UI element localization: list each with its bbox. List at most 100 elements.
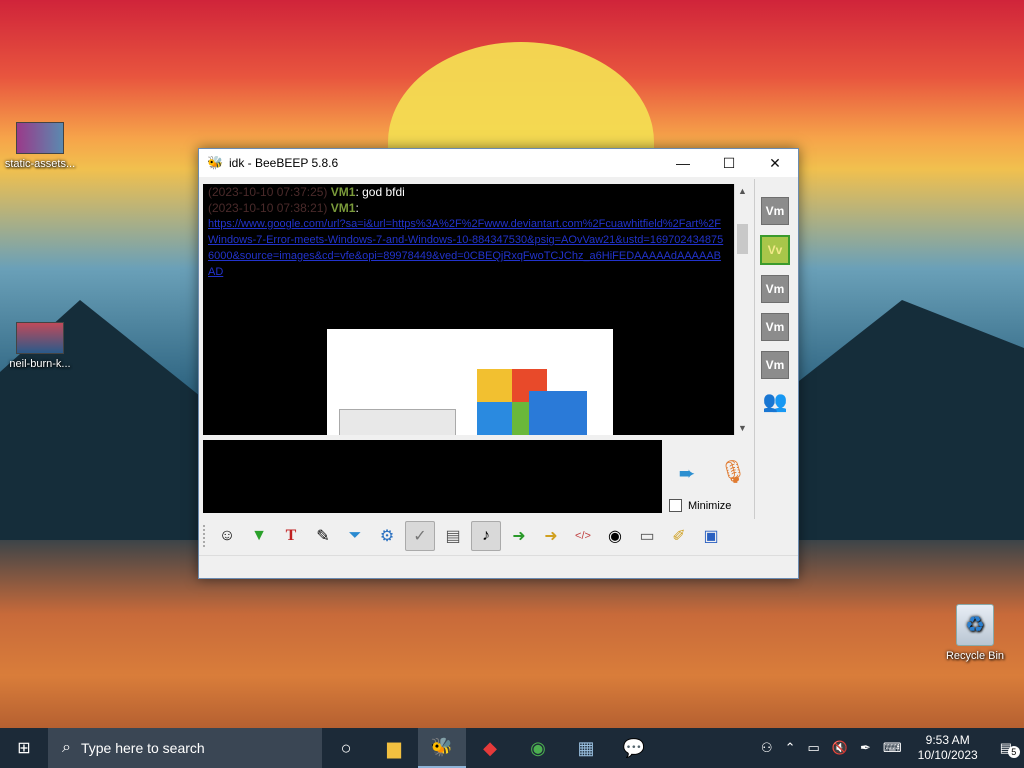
edit-icon: ✐ [672, 528, 686, 545]
taskbar-chat-app[interactable]: 💬 [610, 728, 658, 768]
folder-icon: ▆ [387, 737, 401, 758]
close-icon: ✕ [769, 154, 781, 171]
app-icon: ▦ [577, 737, 595, 758]
search-icon: ⌕ [62, 739, 71, 756]
chat-message: (2023-10-10 07:38:21) VM1: [203, 200, 748, 216]
windows-start-icon: ⊞ [17, 740, 31, 757]
message-sender: VM1 [330, 185, 356, 199]
error-dialog-picture [339, 409, 456, 435]
microphone-icon: 🎙 [719, 459, 747, 484]
clear-button[interactable]: ▭ [633, 522, 661, 550]
send-file-icon: ➜ [512, 528, 526, 545]
sound-icon: ♪ [482, 527, 490, 544]
save-icon: ▣ [703, 528, 719, 545]
notification-count-badge: 5 [1007, 746, 1020, 758]
desktop-icon-recycle-bin[interactable]: ♻ Recycle Bin [935, 604, 1015, 662]
minimize-window-button[interactable]: — [660, 149, 706, 177]
desktop-icon-static-assets[interactable]: static-assets... [0, 122, 80, 170]
user-badge[interactable]: Vm [761, 351, 789, 379]
minimize-checkbox[interactable]: Minimize [669, 499, 731, 512]
image-preview[interactable] [327, 329, 613, 435]
sound-button[interactable]: ♪ [471, 521, 501, 551]
desktop-icon-neil-burn[interactable]: neil-burn-k... [0, 322, 80, 370]
keyboard-icon[interactable]: ⌨ [883, 740, 902, 756]
message-link[interactable]: https://www.google.com/url?sa=i&url=http… [203, 216, 733, 280]
checkbox-box[interactable] [669, 499, 682, 512]
html-button[interactable]: </> [569, 522, 597, 550]
settings-button[interactable]: ⚙ [373, 522, 401, 550]
system-tray: ⚇ ⌃ ▭ 🔇 ✒ ⌨ 9:53 AM 10/10/2023 ▤ 5 [755, 728, 1024, 768]
send-file-button[interactable]: ➜ [505, 522, 533, 550]
send-folder-button[interactable]: ➜ [537, 522, 565, 550]
emoticon-button[interactable]: ☺ [213, 522, 241, 550]
message-text: god bfdi [362, 185, 405, 199]
clear-icon: ▭ [639, 528, 655, 545]
user-badge[interactable]: Vm [761, 313, 789, 341]
screenshot-icon: ◉ [608, 528, 622, 545]
voice-message-button[interactable]: 🎙 [719, 459, 747, 491]
notifications-button[interactable]: ▤ 5 [994, 740, 1020, 758]
save-chat-button[interactable]: ▼ [245, 522, 273, 550]
scroll-down-icon[interactable]: ▼ [735, 421, 750, 435]
desktop-icon-label: neil-burn-k... [9, 358, 71, 370]
toolbar-grip[interactable] [203, 525, 209, 547]
color-button[interactable]: ✎ [309, 522, 337, 550]
chevron-up-icon[interactable]: ⌃ [785, 740, 796, 756]
filter-icon: ⏷ [348, 527, 362, 544]
volume-muted-icon[interactable]: 🔇 [832, 740, 848, 756]
filter-button[interactable]: ⏷ [341, 522, 369, 550]
recycle-bin-icon: ♻ [956, 604, 994, 646]
taskbar: ⊞ ⌕ Type here to search ○ ▆ 🐝 ◆ ◉ ▦ 💬 ⚇ … [0, 728, 1024, 768]
message-separator: : [355, 201, 359, 215]
network-icon[interactable]: ▭ [807, 740, 819, 756]
screenshot-button[interactable]: ◉ [601, 522, 629, 550]
beebeep-window: 🐝 idk - BeeBEEP 5.8.6 — ☐ ✕ (2023-10-10 … [198, 148, 799, 579]
chat-scrollbar[interactable]: ▲ ▼ [734, 184, 750, 435]
taskbar-anydesk[interactable]: ◆ [466, 728, 514, 768]
font-button[interactable]: T [277, 522, 305, 550]
message-input[interactable] [203, 440, 662, 513]
send-message-button[interactable]: ➨ [671, 461, 703, 489]
clock[interactable]: 9:53 AM 10/10/2023 [918, 733, 978, 763]
select-button[interactable]: ✓ [405, 521, 435, 551]
search-placeholder: Type here to search [80, 740, 205, 756]
user-badge[interactable]: Vm [761, 275, 789, 303]
close-window-button[interactable]: ✕ [752, 149, 798, 177]
taskbar-beebeep[interactable]: 🐝 [418, 728, 466, 768]
chrome-icon: ◉ [530, 737, 546, 758]
chat-history[interactable]: (2023-10-10 07:37:25) VM1: god bfdi (202… [203, 184, 748, 435]
save-button[interactable]: ▣ [697, 522, 725, 550]
dictionary-button[interactable]: ▤ [439, 522, 467, 550]
scroll-up-icon[interactable]: ▲ [735, 184, 750, 198]
chat-message: (2023-10-10 07:37:25) VM1: god bfdi [203, 184, 748, 200]
taskbar-file-explorer[interactable]: ▆ [370, 728, 418, 768]
settings-icon: ⚙ [379, 528, 395, 545]
people-icon[interactable]: ⚇ [761, 740, 773, 756]
maximize-icon: ☐ [722, 154, 736, 171]
chat-toolbar: ☺ ▼ T ✎ ⏷ ⚙ ✓ ▤ ♪ ➜ ➜ </> ◉ ▭ ✐ ▣ [203, 521, 793, 551]
windows10-logo-picture [529, 391, 587, 435]
scroll-thumb[interactable] [737, 224, 748, 254]
taskbar-search[interactable]: ⌕ Type here to search [48, 728, 322, 768]
pen-icon[interactable]: ✒ [860, 740, 871, 756]
user-badge-active[interactable]: Vv [760, 235, 790, 265]
html-icon: </> [575, 530, 591, 542]
image-thumbnail-icon [16, 122, 64, 154]
speech-bubble-icon: 💬 [622, 737, 646, 758]
taskbar-app[interactable]: ▦ [562, 728, 610, 768]
edit-button[interactable]: ✐ [665, 522, 693, 550]
wallpaper-mountain [780, 300, 1024, 540]
desktop-icon-label: static-assets... [4, 158, 76, 170]
maximize-window-button[interactable]: ☐ [706, 149, 752, 177]
minimize-label: Minimize [688, 499, 732, 512]
cortana-icon: ○ [340, 737, 352, 758]
minimize-icon: — [676, 155, 690, 171]
message-timestamp: (2023-10-10 07:37:25) [208, 185, 328, 199]
cortana-button[interactable]: ○ [322, 728, 370, 768]
user-badge[interactable]: Vm [761, 197, 789, 225]
start-button[interactable]: ⊞ [0, 728, 48, 768]
title-bar[interactable]: 🐝 idk - BeeBEEP 5.8.6 — ☐ ✕ [199, 149, 798, 177]
add-users-icon[interactable]: 👥 [755, 389, 795, 414]
taskbar-chrome[interactable]: ◉ [514, 728, 562, 768]
send-folder-icon: ➜ [544, 528, 558, 545]
